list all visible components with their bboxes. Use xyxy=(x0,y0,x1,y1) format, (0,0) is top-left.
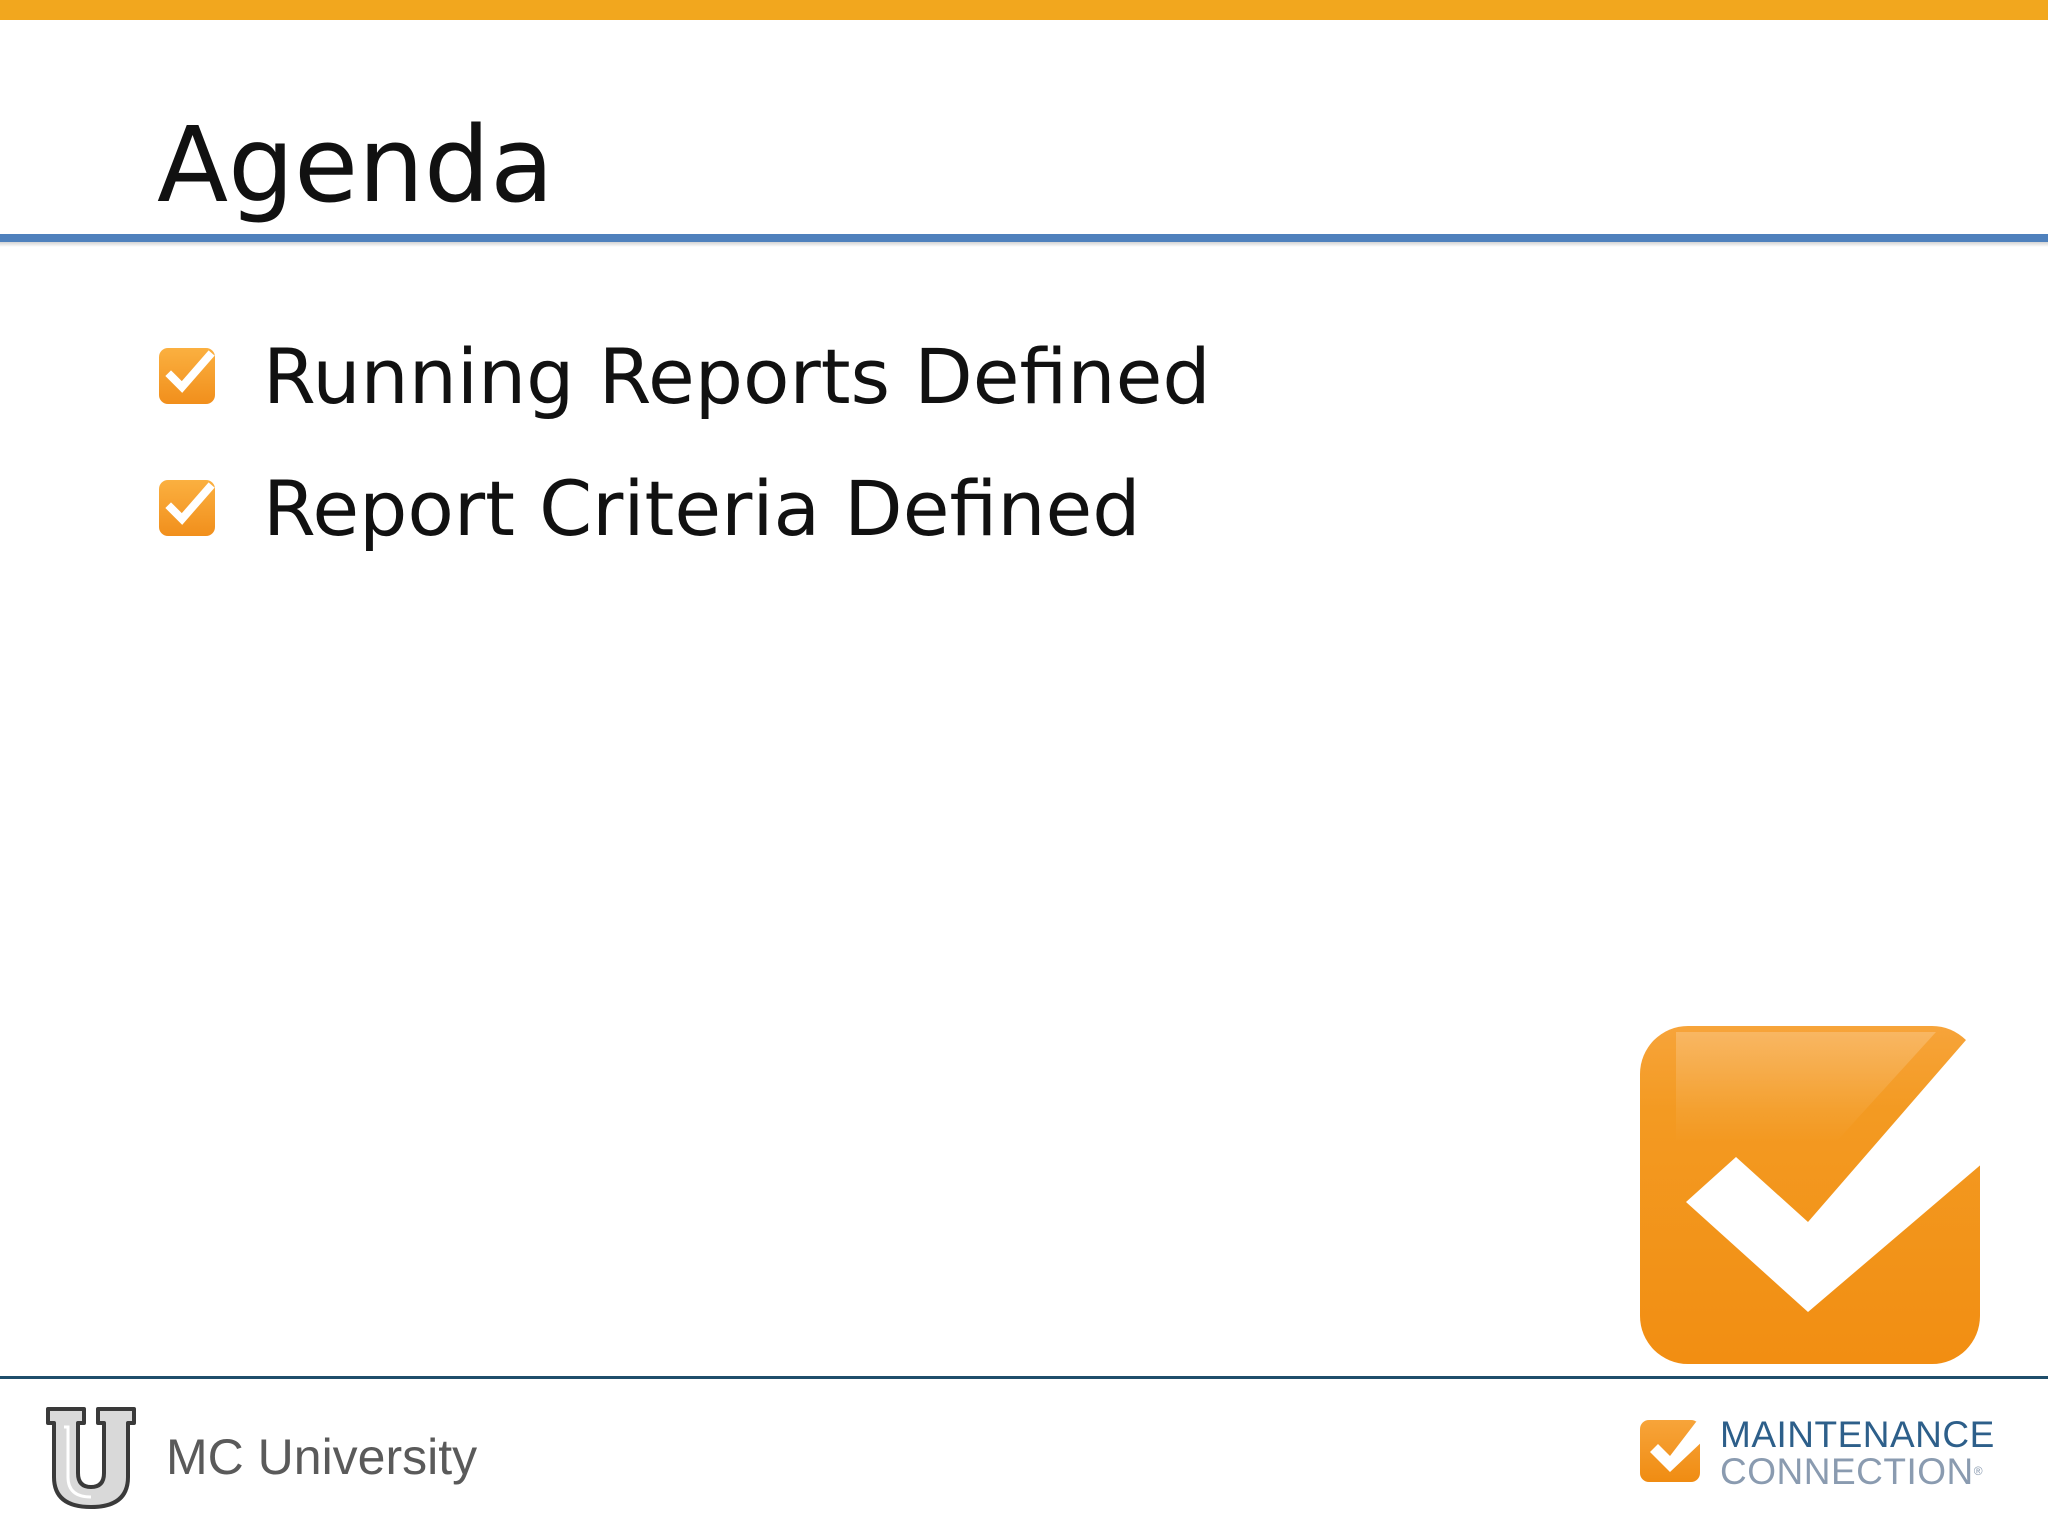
university-u-logo xyxy=(46,1407,136,1509)
maintenance-connection-logo xyxy=(1640,1420,1706,1482)
brand-line-1: MAINTENANCE xyxy=(1720,1414,1995,1455)
registered-mark: ® xyxy=(1973,1464,1984,1478)
title-divider-shadow xyxy=(0,242,2048,247)
agenda-item: Report Criteria Defined xyxy=(157,442,1211,574)
large-checkmark-icon xyxy=(1640,1026,1984,1364)
agenda-list: Running Reports Defined Report Criteria … xyxy=(157,310,1211,574)
title-divider xyxy=(0,234,2048,242)
footer-divider xyxy=(0,1376,2048,1379)
checkbox-checked-icon xyxy=(159,480,215,536)
brand-line-2-text: CONNECTION xyxy=(1720,1451,1974,1492)
agenda-item: Running Reports Defined xyxy=(157,310,1211,442)
top-accent-bar xyxy=(0,0,2048,20)
brand-wordmark: MAINTENANCE CONNECTION® xyxy=(1720,1416,1995,1490)
slide-title: Agenda xyxy=(157,104,554,226)
agenda-item-label: Report Criteria Defined xyxy=(263,463,1141,553)
brand-line-2: CONNECTION® xyxy=(1720,1453,1995,1490)
footer-university-name: MC University xyxy=(166,1429,478,1485)
agenda-item-label: Running Reports Defined xyxy=(263,331,1211,421)
checkbox-checked-icon xyxy=(159,348,215,404)
